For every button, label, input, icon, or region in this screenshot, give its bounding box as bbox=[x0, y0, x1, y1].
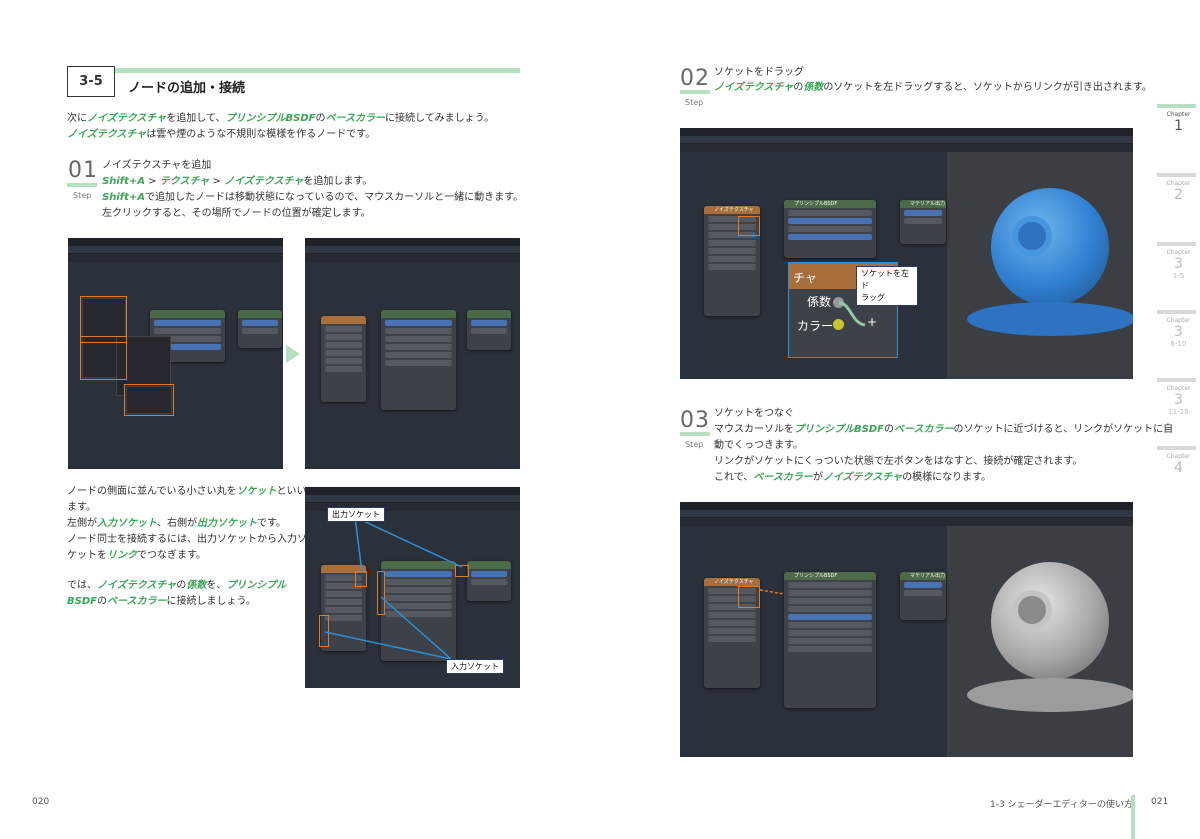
arrow-right-icon bbox=[286, 345, 300, 363]
step-02-title: ソケットをドラッグ bbox=[714, 67, 804, 78]
plus-cursor-icon: + bbox=[867, 315, 878, 329]
step-03-number: 03 bbox=[680, 408, 710, 433]
callout-input-socket: 入力ソケット bbox=[446, 659, 504, 674]
chapter-title-footer: 1-3 シェーダーエディターの使い方 bbox=[990, 800, 1133, 810]
callout-output-socket: 出力ソケット bbox=[327, 507, 385, 522]
footer-bar bbox=[1131, 795, 1135, 839]
screenshot-node-placed bbox=[305, 238, 520, 469]
body-line-6: では、ノイズテクスチャの係数を、プリンシプル bbox=[67, 580, 287, 591]
chapter-tab-4[interactable]: Chapter 4 bbox=[1157, 446, 1200, 476]
node-output bbox=[238, 310, 282, 348]
step-03-bar bbox=[680, 432, 710, 436]
chapter-tab-3a[interactable]: Chapter 3 1-5 bbox=[1157, 242, 1200, 280]
viewport bbox=[947, 152, 1133, 379]
step-03-label: Step bbox=[685, 440, 704, 449]
chapter-tab-2[interactable]: Chapter 2 bbox=[1157, 173, 1200, 203]
step-03-title: ソケットをつなぐ bbox=[714, 408, 794, 419]
step-03-line-1: マウスカーソルをプリンシプルBSDFのベースカラーのソケットに近づけると、リンク… bbox=[714, 424, 1174, 435]
node-output bbox=[467, 310, 511, 350]
step-02-line-1: ノイズテクスチャの係数のソケットを左ドラッグすると、ソケットからリンクが引き出さ… bbox=[714, 82, 1152, 93]
section-number: 3-5 bbox=[67, 66, 115, 97]
body-line-1: ノードの側面に並んでいる小さい丸をソケットといい bbox=[67, 486, 307, 497]
node-noise bbox=[321, 316, 366, 402]
step-01-bar bbox=[67, 183, 97, 187]
page-number-left: 020 bbox=[32, 797, 50, 807]
screenshot-sockets: 出力ソケット 入力ソケット bbox=[305, 487, 520, 688]
section-title: ノードの追加・接続 bbox=[128, 81, 246, 96]
step-03-line-4: これで、ベースカラーがノイズテクスチャの模様になります。 bbox=[714, 472, 992, 483]
screenshot-add-menu bbox=[68, 238, 283, 469]
step-02-label: Step bbox=[685, 98, 704, 107]
step-02-bar bbox=[680, 90, 710, 94]
node-output: マテリアル出力 bbox=[900, 200, 946, 244]
body-line-7: BSDFのベースカラーに接続しましょう。 bbox=[67, 596, 256, 607]
intro-line-1: 次にノイズテクスチャを追加して、プリンシプルBSDFのベースカラーに接続してみま… bbox=[67, 113, 495, 124]
intro-line-2: ノイズテクスチャは雲や煙のような不規則な模様を作るノードです。 bbox=[67, 129, 376, 140]
blue-sphere bbox=[991, 188, 1109, 306]
step-01-label: Step bbox=[73, 191, 92, 200]
chapter-tab-3b[interactable]: Chapter 3 6-10 bbox=[1157, 310, 1200, 348]
screenshot-connected-result: ノイズテクスチャ プリンシプルBSDF マテリアル出力 bbox=[680, 502, 1133, 757]
callout-drag-socket: ソケットを左ド ラッグ bbox=[856, 266, 918, 306]
page-number-right: 021 bbox=[1151, 797, 1169, 807]
step-01-line-2: Shift+Aで追加したノードは移動状態になっているので、マウスカーソルと一緒に… bbox=[102, 192, 524, 203]
step-03-line-3: リンクがソケットにくっついた状態で左ボタンをはなすと、接続が確定されます。 bbox=[714, 456, 1083, 467]
screenshot-drag-socket: ノイズテクスチャ プリンシプルBSDF マテリアル出力 チャ 係数 カラー + … bbox=[680, 128, 1133, 379]
step-01-number: 01 bbox=[68, 158, 98, 183]
node-principled: プリンシプルBSDF bbox=[784, 200, 876, 258]
section-header-bar bbox=[114, 68, 520, 73]
body-line-2: ます。 bbox=[67, 502, 96, 513]
blue-base bbox=[967, 302, 1133, 336]
body-line-3: 左側が入力ソケット、右側が出力ソケットです。 bbox=[67, 518, 286, 529]
step-02-number: 02 bbox=[680, 66, 710, 91]
node-principled bbox=[381, 310, 456, 410]
chapter-tab-1[interactable]: Chapter 1 bbox=[1157, 104, 1200, 134]
step-01-line-3: 左クリックすると、その場所でノードの位置が確定します。 bbox=[102, 208, 371, 219]
body-line-5: ケットをリンクでつなぎます。 bbox=[67, 550, 206, 561]
body-line-4: ノード同士を接続するには、出力ソケットから入力ソ bbox=[67, 534, 307, 545]
step-01-line-1: Shift+A > テクスチャ > ノイズテクスチャを追加します。 bbox=[102, 176, 373, 187]
step-03-line-2: 動でくっつきます。 bbox=[714, 440, 803, 451]
step-01-title: ノイズテクスチャを追加 bbox=[102, 160, 212, 171]
chapter-tab-3c[interactable]: Chapter 3 11-15 bbox=[1157, 378, 1200, 416]
